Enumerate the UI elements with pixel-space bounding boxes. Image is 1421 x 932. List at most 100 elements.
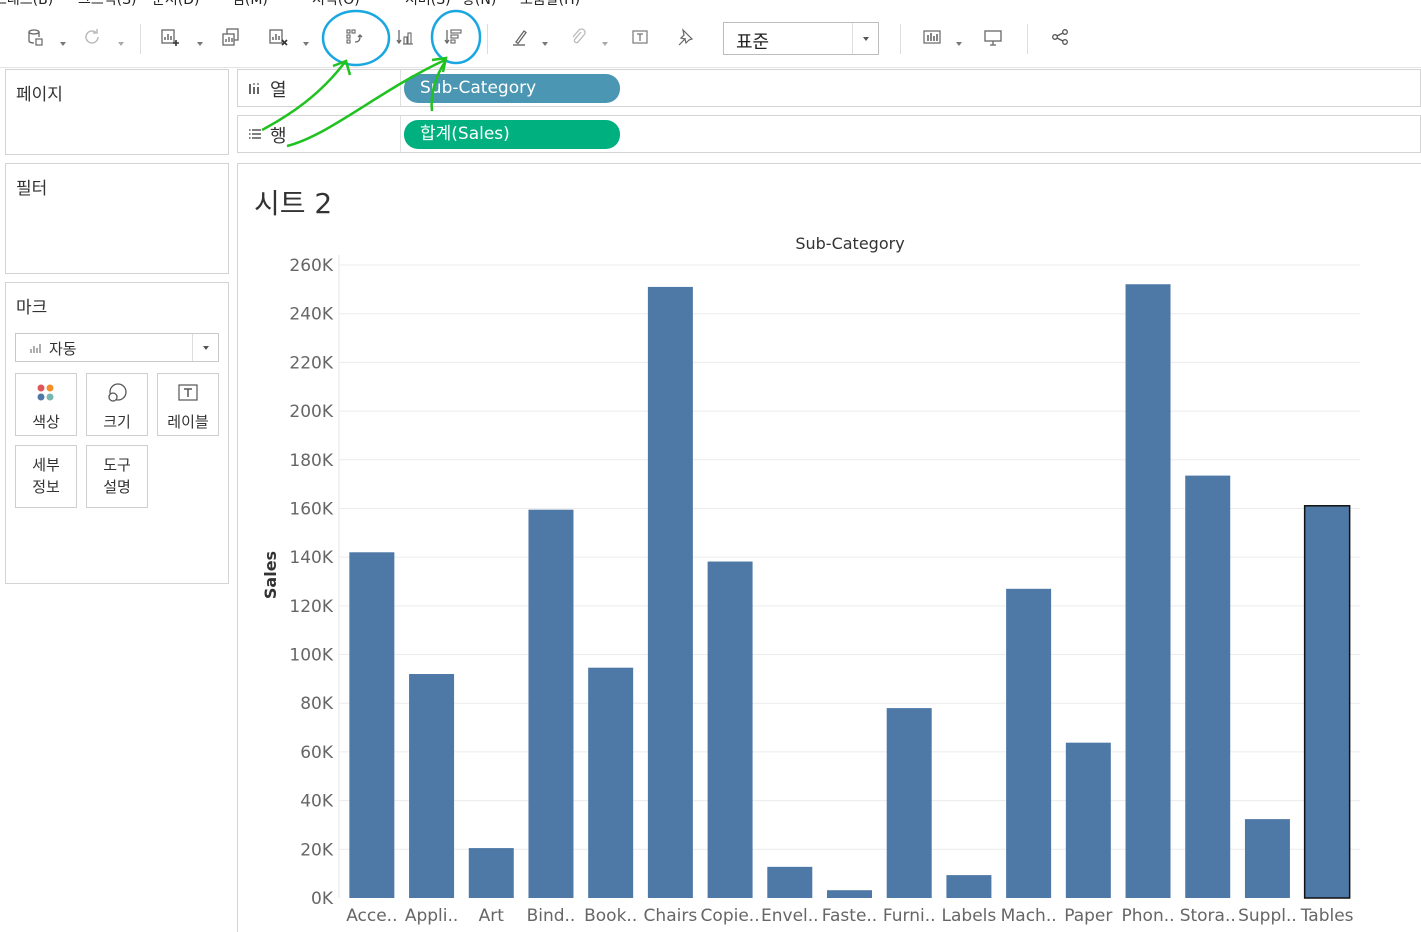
y-tick-label: 140K — [289, 548, 333, 568]
y-tick-label: 40K — [300, 792, 334, 812]
group-icon[interactable] — [565, 24, 591, 50]
label-card[interactable]: 레이블 — [157, 373, 219, 436]
sheet-view[interactable]: 시트 2 0K 20K 40K 60K 80K 100K 120K 140K 160K 180K 2… — [237, 163, 1421, 932]
mark-type-select[interactable]: 자동 — [15, 333, 219, 362]
rows-shelf[interactable]: 행 합계(Sales) — [237, 115, 1421, 153]
y-tick-label: 80K — [300, 694, 334, 714]
filters-panel[interactable]: 필터 — [5, 163, 229, 274]
chevron-down-icon[interactable] — [59, 33, 67, 46]
menu-item[interactable]: 도움말(H) — [520, 0, 580, 8]
fit-value: 표준 — [736, 32, 770, 53]
bar — [1125, 284, 1171, 898]
x-tick-label: Suppl.. — [1238, 906, 1297, 926]
pin-icon[interactable] — [672, 24, 698, 50]
x-tick-label: Bind.. — [527, 906, 576, 926]
y-tick-label: 240K — [289, 305, 333, 325]
chevron-down-icon[interactable] — [955, 33, 963, 46]
toolbar: 표준 — [0, 8, 1421, 68]
menu-item[interactable]: 그프식(S) — [78, 0, 136, 8]
chevron-down-icon[interactable] — [541, 33, 549, 46]
bar — [1244, 819, 1290, 898]
bar — [1006, 588, 1052, 898]
highlight-icon[interactable] — [507, 24, 533, 50]
size-card[interactable]: 크기 — [86, 373, 148, 436]
sort-descending-icon[interactable] — [440, 24, 466, 50]
menu-item[interactable]: 문서(D) — [152, 0, 199, 8]
bar — [1185, 475, 1231, 898]
chevron-down-icon[interactable] — [192, 334, 218, 361]
mark-type-value: 자동 — [49, 340, 77, 358]
x-tick-label: Paper — [1064, 906, 1112, 926]
bar — [647, 286, 693, 899]
data-source-icon[interactable] — [22, 24, 48, 50]
menu-item[interactable]: 서버(S) — [405, 0, 451, 8]
x-tick-label: Labels — [942, 906, 997, 926]
detail-card[interactable]: 세부 정보 — [15, 445, 77, 508]
refresh-icon[interactable] — [79, 24, 105, 50]
bar — [468, 848, 514, 898]
chevron-down-icon[interactable] — [601, 33, 609, 46]
tooltip-card-label-1: 도구 — [103, 456, 131, 474]
columns-shelf[interactable]: 열 Sub-Category — [237, 69, 1421, 107]
columns-icon — [249, 83, 259, 94]
menu-item[interactable]: 트래스(B) — [0, 0, 53, 8]
y-axis-label: Sales — [261, 551, 280, 599]
bar — [767, 866, 813, 898]
bar — [886, 708, 932, 898]
label-icon[interactable] — [627, 24, 653, 50]
bar — [946, 875, 992, 898]
color-card[interactable]: 색상 — [15, 373, 77, 436]
columns-label: 열 — [270, 80, 287, 101]
bar-chart-icon — [30, 344, 41, 353]
y-tick-label: 200K — [289, 402, 333, 422]
bar-chart: 0K 20K 40K 60K 80K 100K 120K 140K 160K 180K 200K 22… — [261, 234, 1360, 926]
menu-item[interactable]: 창(N) — [462, 0, 496, 8]
rows-icon — [249, 129, 261, 139]
size-circles-icon — [108, 383, 127, 402]
y-tick-label: 60K — [300, 743, 334, 763]
menu-item[interactable]: 서식(O) — [312, 0, 360, 8]
new-sheet-icon[interactable] — [157, 24, 183, 50]
tooltip-card-label-2: 설명 — [103, 478, 131, 496]
sum-sales-pill[interactable]: 합계(Sales) — [404, 120, 620, 149]
filters-title: 필터 — [16, 179, 48, 199]
swap-rows-columns-icon[interactable] — [341, 24, 367, 50]
menu-bar: 트래스(B) 그프식(S) 문서(D) 검(M) 서식(O) 서버(S) 창(N… — [0, 0, 1421, 8]
menu-item[interactable]: 검(M) — [232, 0, 268, 8]
share-icon[interactable] — [1047, 24, 1073, 50]
bar — [707, 561, 753, 898]
chevron-down-icon[interactable] — [117, 33, 125, 46]
x-tick-label: Faste.. — [822, 906, 877, 926]
x-tick-label: Phon.. — [1122, 906, 1175, 926]
rows-shelf-label: 행 — [238, 116, 401, 152]
show-cards-icon[interactable] — [919, 24, 945, 50]
y-tick-label: 180K — [289, 451, 333, 471]
bar — [1303, 505, 1351, 899]
x-tick-label: Copie.. — [701, 906, 760, 926]
bar — [1065, 742, 1111, 898]
chart-title: Sub-Category — [795, 234, 904, 253]
x-tick-label: Chairs — [644, 906, 698, 926]
x-tick-label: Appli.. — [405, 906, 458, 926]
x-tick-label: Envel.. — [761, 906, 819, 926]
y-tick-label: 260K — [289, 256, 333, 276]
presentation-icon[interactable] — [980, 24, 1006, 50]
clear-sheet-icon[interactable] — [265, 24, 291, 50]
bar — [588, 667, 634, 898]
x-tick-label: Tables — [1300, 906, 1354, 926]
tooltip-card[interactable]: 도구 설명 — [86, 445, 148, 508]
duplicate-sheet-icon[interactable] — [218, 24, 244, 50]
sort-ascending-icon[interactable] — [392, 24, 418, 50]
detail-card-label-1: 세부 — [32, 456, 60, 474]
chevron-down-icon[interactable] — [852, 23, 878, 54]
bar — [409, 674, 455, 898]
sub-category-pill[interactable]: Sub-Category — [404, 74, 620, 103]
pages-panel[interactable]: 페이지 — [5, 69, 229, 155]
chevron-down-icon[interactable] — [196, 33, 204, 46]
y-tick-label: 100K — [289, 646, 333, 666]
chevron-down-icon[interactable] — [302, 33, 310, 46]
pages-title: 페이지 — [16, 85, 63, 105]
y-tick-label: 0K — [311, 889, 334, 909]
fit-dropdown[interactable]: 표준 — [723, 22, 879, 55]
size-card-label: 크기 — [103, 413, 131, 431]
